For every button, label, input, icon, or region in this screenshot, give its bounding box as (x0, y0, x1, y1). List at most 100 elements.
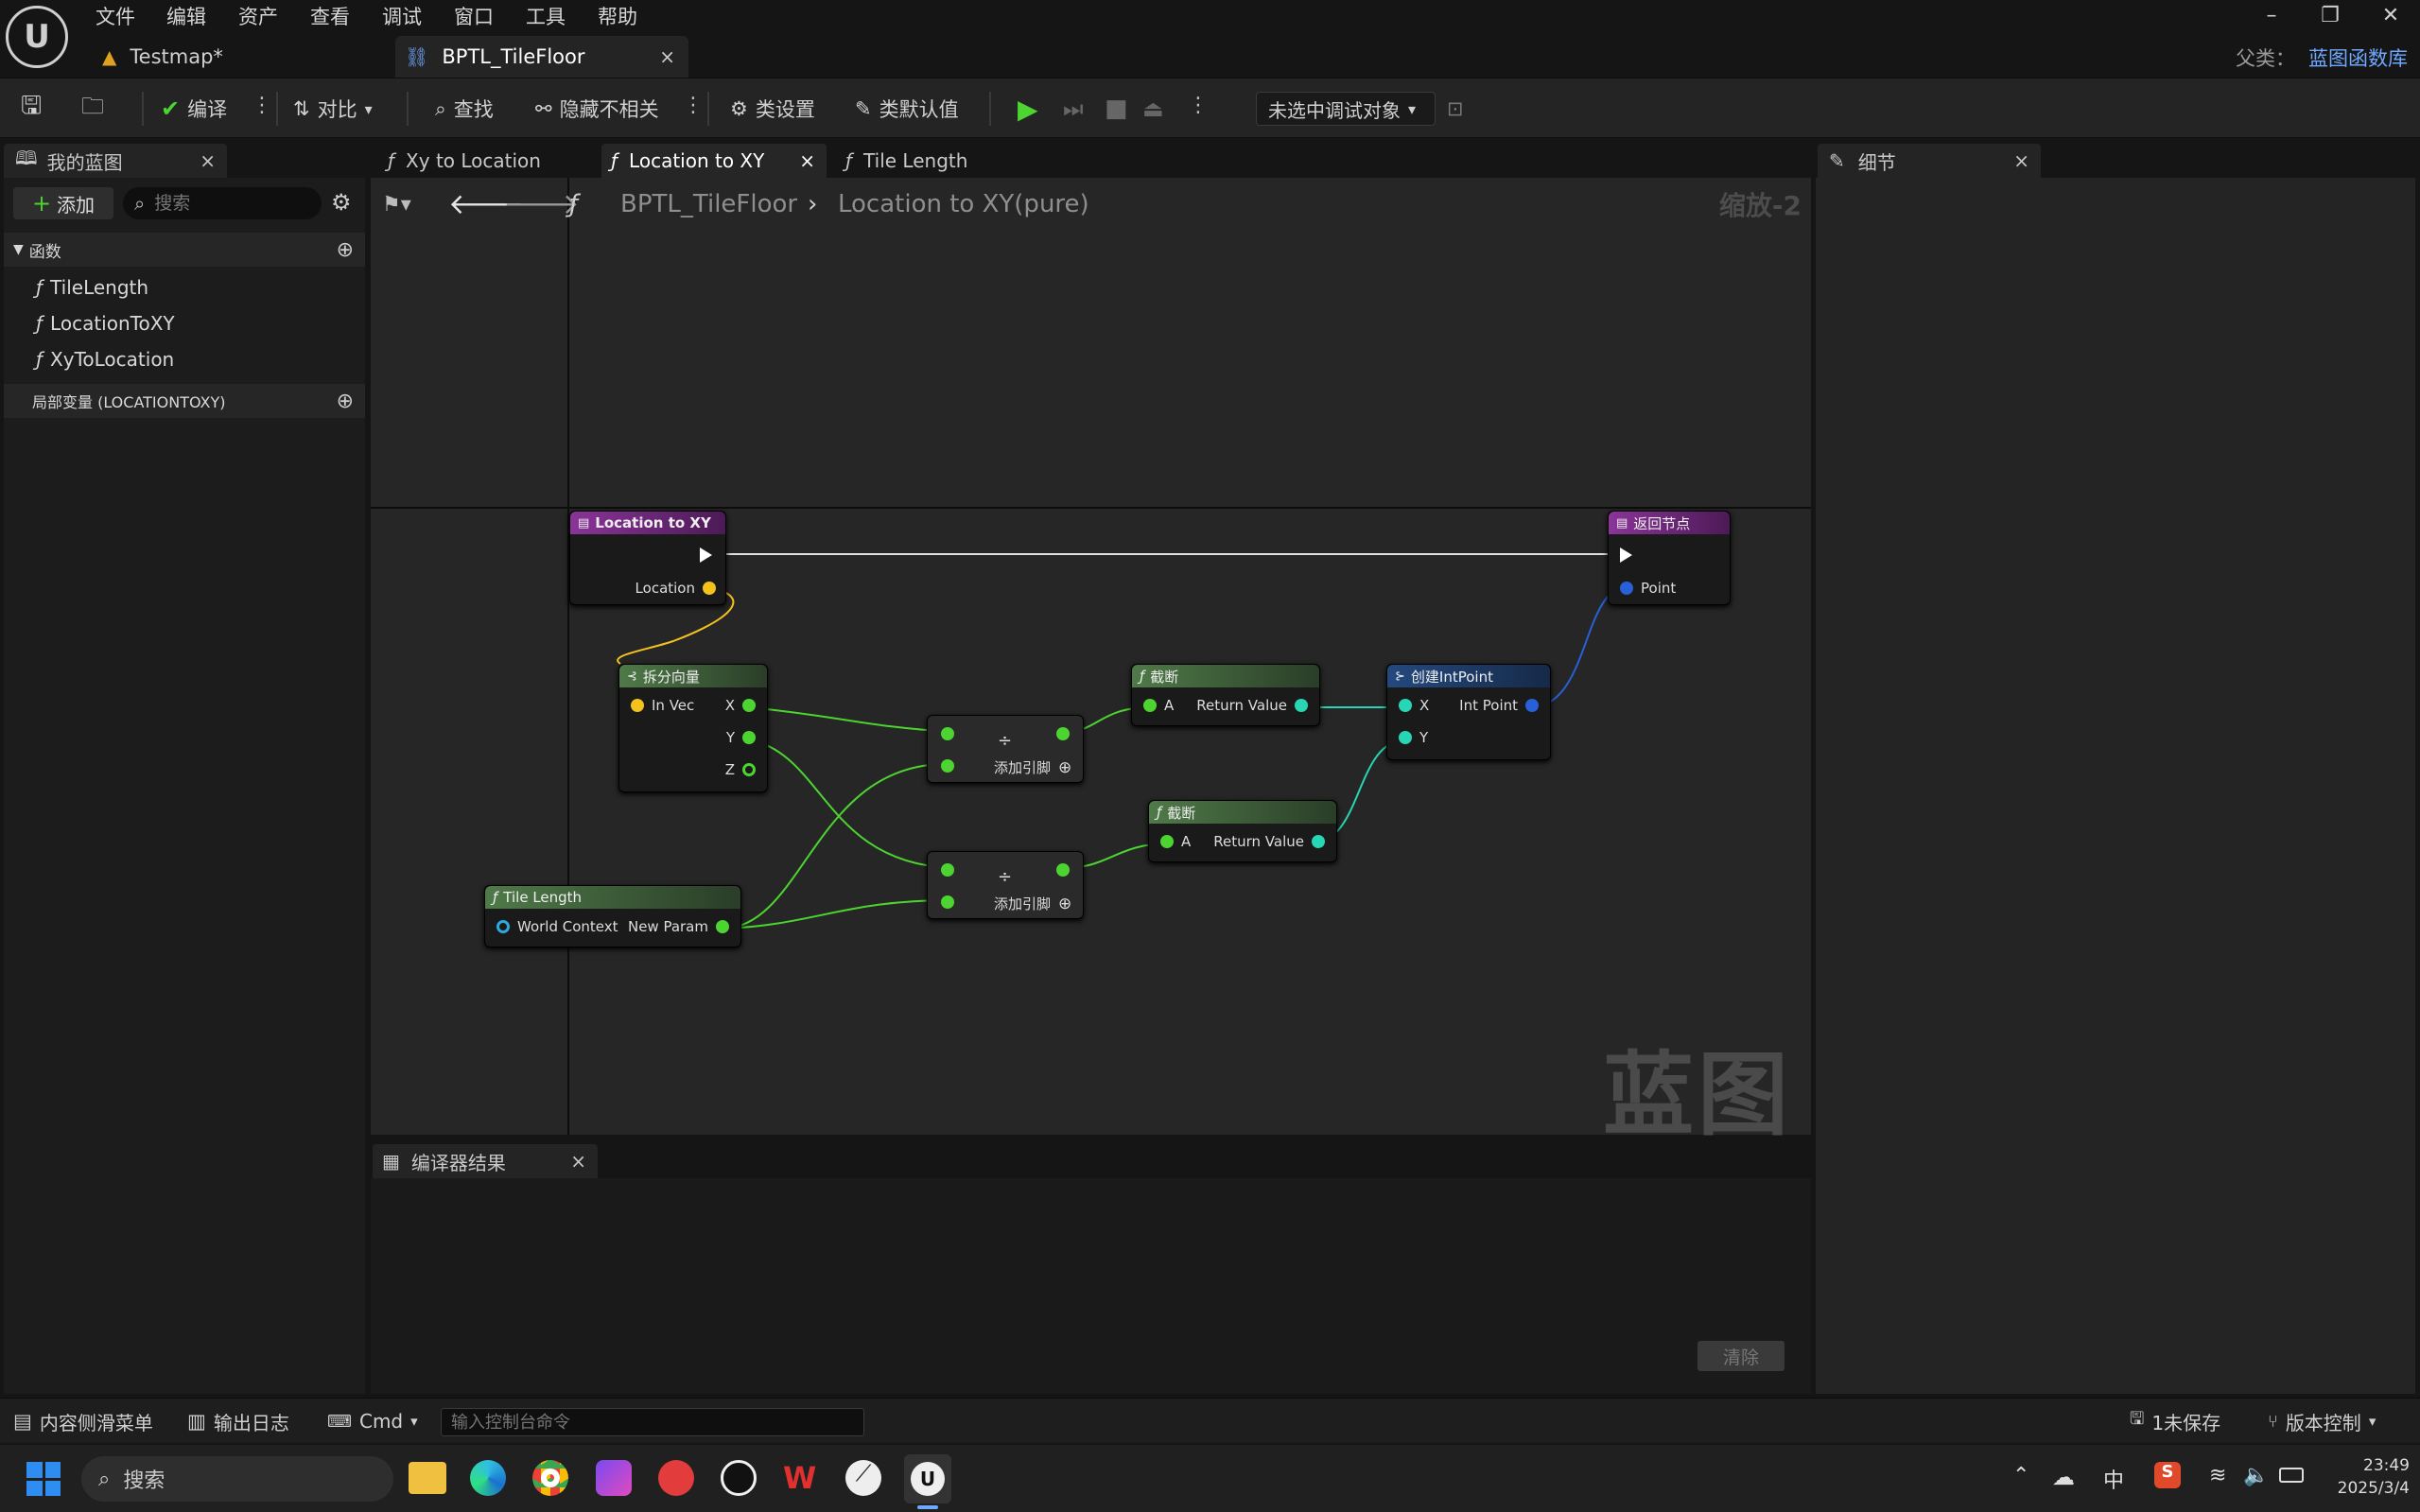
make-x-pin[interactable]: X (1399, 697, 1429, 714)
menu-debug[interactable]: 调试 (382, 2, 422, 30)
app-icon-purple[interactable] (596, 1460, 632, 1496)
save-button[interactable]: 🖫 (21, 92, 42, 126)
close-icon[interactable]: × (570, 1150, 586, 1173)
unsaved-button[interactable]: 🖫 1未保存 (2130, 1404, 2220, 1438)
tab-compiler-results[interactable]: ▦ 编译器结果 × (373, 1144, 598, 1178)
file-explorer-icon[interactable] (409, 1462, 446, 1494)
make-y-pin[interactable]: Y (1399, 729, 1428, 746)
wps-icon[interactable]: W (783, 1460, 816, 1496)
close-icon[interactable]: × (2013, 149, 2029, 172)
play-options-icon[interactable]: ⋮ (1188, 94, 1209, 117)
unreal-logo-icon[interactable]: U (6, 6, 68, 68)
add-pin-button[interactable]: 添加引脚 ⊕ (994, 894, 1071, 913)
close-icon[interactable]: × (200, 149, 216, 172)
find-button[interactable]: ⌕ 查找 (435, 92, 494, 126)
menu-tools[interactable]: 工具 (526, 2, 566, 30)
class-settings-button[interactable]: ⚙ 类设置 (730, 92, 815, 126)
app-icon-pen[interactable]: ⟋ (845, 1460, 881, 1496)
return-node[interactable]: ▤ 返回节点 Point (1608, 511, 1731, 605)
ime-indicator[interactable]: 中 (2103, 1464, 2124, 1494)
hide-unrelated-button[interactable]: ⚯ 隐藏不相关 (535, 92, 659, 126)
divide-node-2[interactable]: ÷ 添加引脚 ⊕ (927, 851, 1084, 919)
restore-button[interactable]: ❐ (2311, 4, 2349, 32)
add-variable-icon[interactable]: ⊕ (337, 390, 354, 413)
tab-xy-to-location[interactable]: ƒ Xy to Location (378, 144, 596, 178)
unreal-taskbar-icon[interactable]: U (904, 1454, 951, 1503)
add-button[interactable]: + 添加 (13, 187, 113, 219)
truncate-return-pin[interactable]: Return Value (1196, 697, 1308, 714)
tile-length-node[interactable]: ƒ Tile Length World Context New Param (484, 885, 741, 947)
divide-in-a-pin[interactable] (941, 863, 954, 877)
truncate-a-pin[interactable]: A (1143, 697, 1174, 714)
divide-out-pin[interactable] (1056, 727, 1070, 740)
search-input[interactable] (154, 193, 297, 214)
compile-button[interactable]: ✔ 编译 (161, 92, 227, 126)
edge-icon[interactable] (470, 1460, 506, 1496)
netease-music-icon[interactable] (658, 1460, 694, 1496)
wifi-icon[interactable]: ≋ (2209, 1464, 2226, 1487)
menu-edit[interactable]: 编辑 (166, 2, 206, 30)
tab-details[interactable]: ✎ 细节 × (1818, 144, 2041, 178)
make-out-pin[interactable]: Int Point (1459, 697, 1539, 714)
play-button[interactable]: ▶ (1018, 92, 1038, 126)
add-pin-button[interactable]: 添加引脚 ⊕ (994, 757, 1071, 777)
search-box[interactable]: ⌕ (123, 187, 322, 219)
close-icon[interactable]: × (799, 149, 815, 172)
truncate-return-pin[interactable]: Return Value (1213, 833, 1325, 850)
menu-window[interactable]: 窗口 (454, 2, 494, 30)
tab-tile-length[interactable]: ƒ Tile Length (836, 144, 1025, 178)
truncate-node-2[interactable]: ƒ 截断 A Return Value (1148, 800, 1337, 862)
tray-chevron-up-icon[interactable]: ⌃ (2012, 1464, 2029, 1487)
location-pin[interactable]: Location (635, 580, 716, 597)
make-intpoint-node[interactable]: ⊱ 创建IntPoint X Y Int Point (1386, 664, 1551, 760)
cmd-dropdown[interactable]: ⌨ Cmd ▾ (327, 1404, 418, 1438)
stop-button[interactable]: ■ (1105, 92, 1128, 126)
menu-file[interactable]: 文件 (96, 2, 135, 30)
tab-testmap[interactable]: ▲ Testmap* (102, 36, 386, 78)
menu-asset[interactable]: 资产 (238, 2, 278, 30)
clock[interactable]: 23:49 2025/3/4 (2315, 1454, 2410, 1500)
function-item-tilelength[interactable]: ƒ TileLength (36, 276, 148, 299)
close-icon[interactable]: × (659, 45, 675, 68)
function-item-locationtoxy[interactable]: ƒ LocationToXY (36, 312, 175, 335)
menu-help[interactable]: 帮助 (598, 2, 637, 30)
divide-out-pin[interactable] (1056, 863, 1070, 877)
new-param-pin[interactable]: New Param (628, 918, 729, 935)
functions-section-header[interactable]: ▼ 函数 ⊕ (4, 233, 365, 267)
close-window-button[interactable]: ✕ (2372, 4, 2410, 32)
tab-location-to-xy[interactable]: ƒ Location to XY × (601, 144, 827, 178)
console-command-input[interactable] (441, 1408, 864, 1436)
exec-in-pin[interactable] (1620, 547, 1632, 563)
divide-in-b-pin[interactable] (941, 759, 954, 773)
browse-button[interactable]: 🗀 (81, 92, 104, 126)
local-variables-section-header[interactable]: 局部变量 (LOCATIONTOXY) ⊕ (4, 384, 365, 418)
exec-out-pin[interactable] (700, 547, 712, 563)
settings-gear-icon[interactable]: ⚙ (331, 189, 352, 216)
menu-view[interactable]: 查看 (310, 2, 350, 30)
tab-bptl-tilefloor[interactable]: ⛓ BPTL_TileFloor × (395, 36, 688, 78)
world-context-pin[interactable]: World Context (496, 918, 618, 935)
point-pin[interactable]: Point (1620, 580, 1676, 597)
y-out-pin[interactable]: Y (726, 729, 756, 746)
divide-in-a-pin[interactable] (941, 727, 954, 740)
class-defaults-button[interactable]: ✎ 类默认值 (855, 92, 959, 126)
debug-filter-button[interactable]: ⊡ (1447, 92, 1464, 126)
divide-in-b-pin[interactable] (941, 895, 954, 909)
step-button[interactable]: ⏭ (1063, 92, 1084, 126)
content-drawer-button[interactable]: ▤ 内容侧滑菜单 (13, 1404, 153, 1438)
diff-button[interactable]: ⇅ 对比 ▾ (293, 92, 373, 126)
windows-start-icon[interactable] (26, 1462, 61, 1496)
qq-icon[interactable] (721, 1460, 757, 1496)
sogou-ime-icon[interactable]: S (2154, 1462, 2181, 1488)
entry-node[interactable]: ▤ Location to XY Location (569, 511, 726, 605)
truncate-node-1[interactable]: ƒ 截断 A Return Value (1131, 664, 1320, 726)
parent-class-link[interactable]: 蓝图函数库 (2308, 43, 2408, 72)
eject-button[interactable]: ⏏ (1142, 92, 1164, 126)
clear-button[interactable]: 清除 (1697, 1341, 1785, 1371)
hide-options-icon[interactable]: ⋮ (683, 94, 704, 117)
in-vec-pin[interactable]: In Vec (631, 697, 694, 714)
divide-node-1[interactable]: ÷ 添加引脚 ⊕ (927, 715, 1084, 783)
tab-my-blueprint[interactable]: 🕮 我的蓝图 × (4, 144, 227, 178)
break-vector-node[interactable]: ⊰ 拆分向量 In Vec X Y Z (618, 664, 768, 792)
chrome-icon[interactable] (532, 1460, 568, 1496)
